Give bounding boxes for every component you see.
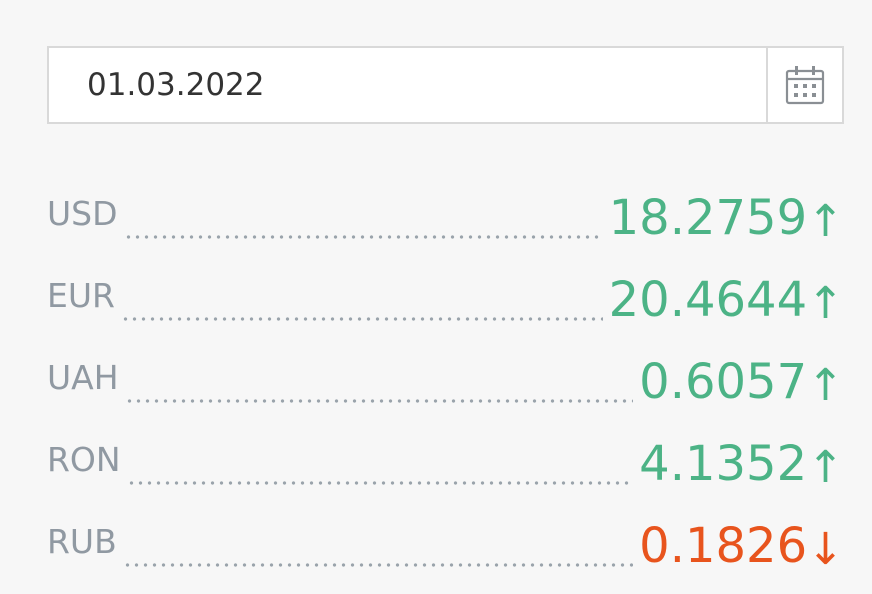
rate-value: 0.6057 — [639, 354, 808, 410]
currency-code: UAH — [47, 358, 119, 397]
arrow-up-icon: ↑ — [807, 360, 844, 411]
rate-value: 0.1826 — [639, 518, 808, 574]
dotted-leader — [123, 234, 603, 240]
calendar-icon — [785, 66, 825, 105]
rate-row-usd: USD 18.2759 ↑ — [47, 162, 844, 244]
dotted-leader — [120, 316, 603, 322]
arrow-down-icon: ↓ — [807, 524, 844, 575]
arrow-up-icon: ↑ — [807, 278, 844, 329]
currency-code: USD — [47, 194, 118, 233]
date-picker[interactable] — [47, 46, 844, 124]
rate-value: 18.2759 — [608, 190, 808, 246]
currency-code: RON — [47, 440, 121, 479]
rate-row-ron: RON 4.1352 ↑ — [47, 408, 844, 490]
calendar-button[interactable] — [766, 48, 842, 122]
dotted-leader — [124, 398, 634, 404]
rate-value: 20.4644 — [608, 272, 808, 328]
rate-row-eur: EUR 20.4644 ↑ — [47, 244, 844, 326]
rate-value: 4.1352 — [639, 436, 808, 492]
rate-row-rub: RUB 0.1826 ↓ — [47, 490, 844, 572]
exchange-rates-list: USD 18.2759 ↑ EUR 20.4644 ↑ UAH 0.6057 ↑… — [47, 162, 844, 572]
rate-row-uah: UAH 0.6057 ↑ — [47, 326, 844, 408]
currency-code: RUB — [47, 522, 117, 561]
dotted-leader — [122, 562, 634, 568]
currency-code: EUR — [47, 276, 115, 315]
arrow-up-icon: ↑ — [807, 442, 844, 493]
arrow-up-icon: ↑ — [807, 196, 844, 247]
dotted-leader — [126, 480, 634, 486]
date-input[interactable] — [49, 48, 766, 122]
